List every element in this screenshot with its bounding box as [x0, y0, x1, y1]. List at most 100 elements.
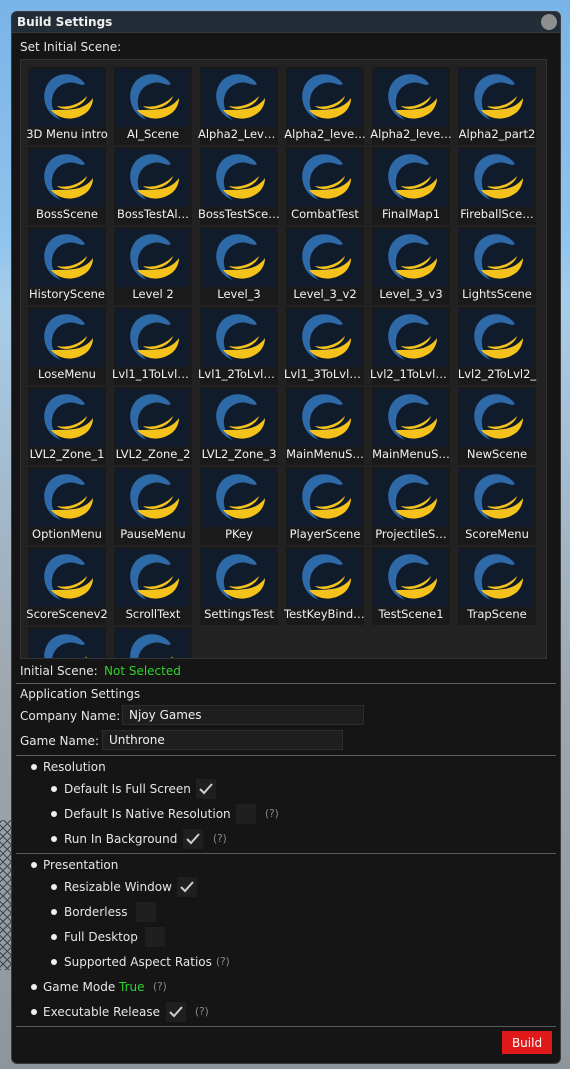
scene-item[interactable]: Level_3_v3 [372, 227, 450, 305]
scene-item[interactable]: OptionMenu [28, 467, 106, 545]
scene-item[interactable]: PKey [200, 467, 278, 545]
scene-thumbnail [30, 629, 104, 658]
scene-item[interactable]: Lvl1_2ToLvl1_3 [198, 307, 280, 385]
scene-thumbnail [30, 149, 104, 207]
scene-item[interactable]: TestKeyBinding [284, 547, 366, 625]
scene-item[interactable]: LVL2_Zone_2 [114, 387, 192, 465]
bullet [31, 764, 37, 770]
scene-item[interactable]: TrapScene [458, 547, 536, 625]
scene-thumbnail [374, 69, 448, 127]
scene-item[interactable]: Lvl2_2ToLvl2_ [458, 307, 536, 385]
scene-item[interactable]: Alpha2_leve… [370, 67, 452, 145]
scene-item[interactable]: ScoreMenu [458, 467, 536, 545]
scene-logo-icon [388, 554, 437, 600]
scene-grid-scrollbar[interactable] [536, 59, 546, 657]
scene-thumbnail [460, 309, 534, 367]
scene-name: Level 2 [132, 287, 174, 301]
build-button[interactable]: Build [502, 1031, 552, 1054]
scene-item[interactable]: BossTestScene [198, 147, 280, 225]
checkmark-icon [186, 833, 200, 845]
scene-name: LVL2_Zone_2 [115, 447, 191, 461]
native-resolution-checkbox[interactable] [236, 804, 256, 824]
native-resolution-help[interactable]: (?) [265, 808, 279, 820]
scene-logo-icon [216, 554, 265, 600]
scene-thumbnail [202, 549, 276, 607]
scene-thumbnail [460, 149, 534, 207]
native-resolution-label: Default Is Native Resolution [64, 807, 231, 821]
checkmark-icon [199, 783, 213, 795]
scene-item[interactable]: Lvl1_1ToLvl1_2 [112, 307, 194, 385]
scene-item[interactable]: CombatTest [286, 147, 364, 225]
fullscreen-checkbox[interactable] [196, 779, 216, 799]
executable-release-help[interactable]: (?) [195, 1006, 209, 1018]
scene-item[interactable]: TestScene1 [372, 547, 450, 625]
game-mode-help[interactable]: (?) [153, 981, 167, 993]
scene-item[interactable]: Lvl1_3ToLvl2_1 [284, 307, 366, 385]
checkmark-icon [180, 881, 194, 893]
aspect-ratios-help[interactable]: (?) [216, 956, 230, 968]
scene-item[interactable]: HistoryScene [28, 227, 106, 305]
scene-item[interactable]: Level_3 [200, 227, 278, 305]
close-button[interactable] [541, 14, 557, 30]
scene-item[interactable]: Alpha2_leve… [284, 67, 366, 145]
scene-item[interactable]: Level 2 [114, 227, 192, 305]
scene-item[interactable]: MainMenuS… [286, 387, 364, 465]
bullet [51, 786, 57, 792]
scene-item[interactable]: LVL2_Zone_3 [200, 387, 278, 465]
scene-item[interactable]: ProjectileS… [372, 467, 450, 545]
scene-item[interactable]: ScrollText [114, 547, 192, 625]
scene-item[interactable]: FinalMap1 [372, 147, 450, 225]
scene-item[interactable]: AI_Scene [114, 67, 192, 145]
scene-thumbnail [116, 629, 190, 658]
scene-logo-icon [388, 394, 437, 440]
resizable-window-checkbox[interactable] [177, 877, 197, 897]
divider [16, 1026, 556, 1027]
scene-item[interactable] [28, 627, 106, 658]
scene-item[interactable] [114, 627, 192, 658]
aspect-ratios-label[interactable]: Supported Aspect Ratios [64, 955, 212, 969]
scene-item[interactable]: FireballSce… [458, 147, 536, 225]
scene-thumbnail [116, 549, 190, 607]
scene-name: LoseMenu [38, 367, 96, 381]
scene-logo-icon [130, 634, 173, 658]
scene-item[interactable]: LightsScene [458, 227, 536, 305]
scene-item[interactable]: 3D Menu intro [26, 67, 108, 145]
company-name-input[interactable] [122, 705, 364, 725]
borderless-checkbox[interactable] [136, 902, 156, 922]
scene-name: Alpha2_leve… [370, 127, 452, 141]
scene-thumbnail [288, 549, 362, 607]
scene-item[interactable]: NewScene [458, 387, 536, 465]
scene-item[interactable]: LoseMenu [28, 307, 106, 385]
bullet [51, 959, 57, 965]
executable-release-checkbox[interactable] [166, 1002, 186, 1022]
scene-name: Level_3_v3 [379, 287, 443, 301]
scene-item[interactable]: Lvl2_1ToLvl2_2 [370, 307, 452, 385]
scene-logo-icon [216, 234, 265, 280]
scene-item[interactable]: BossScene [28, 147, 106, 225]
scene-item[interactable]: Alpha2_Leve… [198, 67, 280, 145]
scene-item[interactable]: PauseMenu [114, 467, 192, 545]
scene-name: BossScene [36, 207, 98, 221]
run-in-background-checkbox[interactable] [183, 829, 203, 849]
scene-item[interactable]: MainMenuS… [372, 387, 450, 465]
game-mode-value[interactable]: True [119, 980, 145, 994]
scene-item[interactable]: Alpha2_part2 [458, 67, 536, 145]
scene-logo-icon [44, 74, 93, 120]
scene-logo-icon [302, 554, 351, 600]
scene-item[interactable]: LVL2_Zone_1 [28, 387, 106, 465]
scene-item[interactable]: BossTestAl… [114, 147, 192, 225]
run-in-background-help[interactable]: (?) [213, 833, 227, 845]
scene-name: FireballSce… [460, 207, 534, 221]
title-bar[interactable]: Build Settings [12, 12, 560, 33]
full-desktop-checkbox[interactable] [145, 927, 165, 947]
scene-name: FinalMap1 [381, 207, 441, 221]
scene-name: Lvl2_2ToLvl2_ [457, 367, 537, 381]
divider [16, 853, 556, 854]
scene-item[interactable]: ScoreScenev2 [26, 547, 108, 625]
scene-grid[interactable]: 3D Menu intro AI_Scene Alpha2_Leve… Alpha2_… [20, 59, 547, 659]
scene-item[interactable]: Level_3_v2 [286, 227, 364, 305]
scene-item[interactable]: SettingsTest [200, 547, 278, 625]
game-name-input[interactable] [102, 730, 343, 750]
scene-thumbnail [30, 309, 104, 367]
scene-item[interactable]: PlayerScene [286, 467, 364, 545]
